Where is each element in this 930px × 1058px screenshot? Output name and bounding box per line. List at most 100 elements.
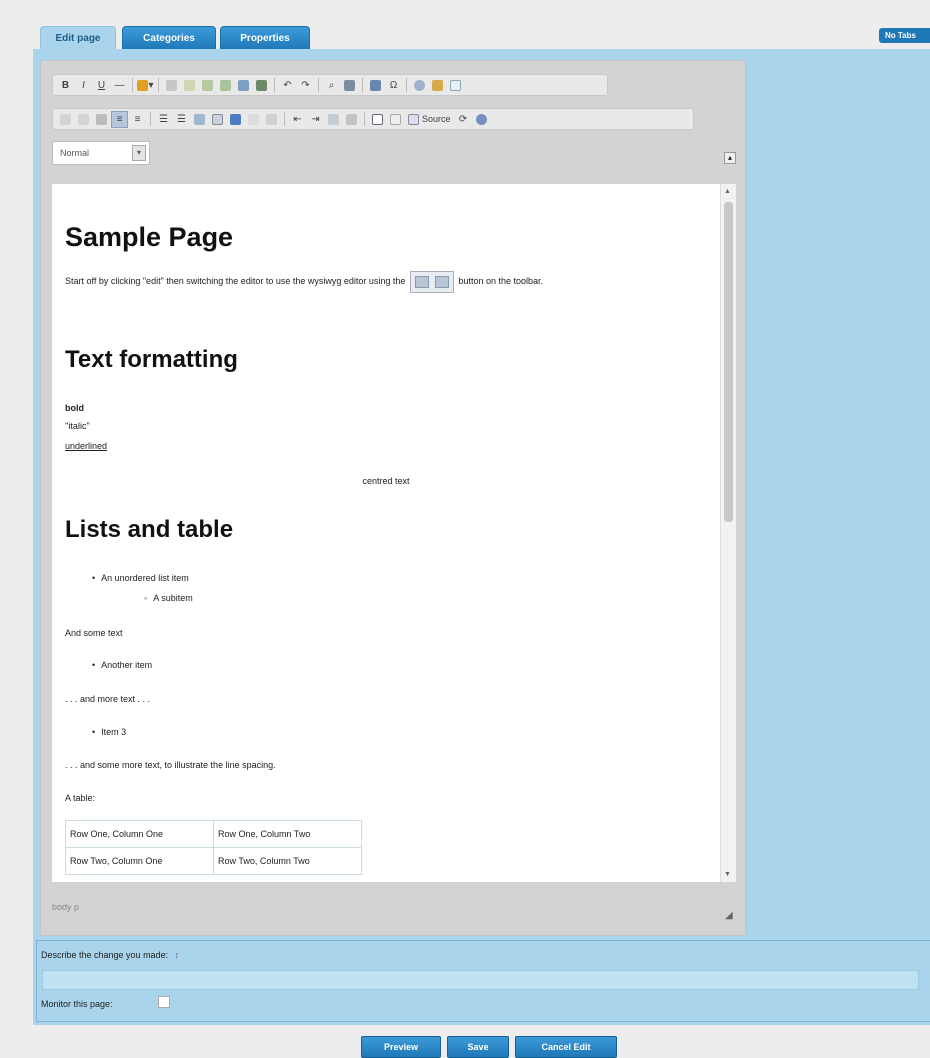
unlink-icon[interactable]	[75, 111, 92, 128]
heading-lists-and-table: Lists and table	[65, 516, 234, 543]
more-text: . . . and more text . . .	[65, 694, 151, 704]
wysiwyg-toggle-icon	[409, 270, 454, 293]
print-icon[interactable]	[253, 77, 270, 94]
format-value: Normal	[60, 148, 90, 158]
toolbar-row-1: B I U ― ▾ ↶ ↷ ⌕ Ω	[52, 74, 608, 96]
toolbar-separator	[362, 78, 363, 92]
tab-properties[interactable]: Properties	[220, 26, 310, 50]
table-cell: Row One, Column One	[65, 820, 214, 848]
strikethrough-button[interactable]: ―	[111, 77, 128, 94]
italic-text: ''italic''	[65, 421, 90, 431]
list-item: An unordered list item	[92, 573, 189, 583]
paste-text-icon[interactable]	[217, 77, 234, 94]
no-tabs-button[interactable]: No Tabs	[879, 28, 930, 43]
toolbar-separator	[150, 112, 151, 126]
monitor-checkbox[interactable]	[158, 996, 170, 1008]
html-tag-icon[interactable]	[387, 111, 404, 128]
source-icon[interactable]: Source	[405, 111, 454, 128]
intro-after-text: button on the toolbar.	[458, 276, 544, 286]
scroll-up-icon[interactable]: ▲	[724, 188, 731, 195]
cut-icon[interactable]	[163, 77, 180, 94]
element-path: body p	[52, 902, 80, 912]
scroll-down-icon[interactable]: ▼	[724, 871, 731, 878]
image-icon[interactable]	[191, 111, 208, 128]
undo-icon[interactable]: ↶	[279, 77, 296, 94]
refresh-icon[interactable]: ⟳	[455, 111, 472, 128]
link-icon[interactable]	[57, 111, 74, 128]
bullet-list-icon[interactable]: ☰	[173, 111, 190, 128]
italic-button[interactable]: I	[75, 77, 92, 94]
some-text: And some text	[65, 628, 123, 638]
page-break-icon[interactable]	[263, 111, 280, 128]
table-cell: Row One, Column Two	[213, 820, 362, 848]
intro-paragraph: Start off by clicking "edit" then switch…	[65, 270, 707, 293]
outdent-icon[interactable]: ⇤	[289, 111, 306, 128]
table-caption: A table:	[65, 793, 96, 803]
bold-button[interactable]: B	[57, 77, 74, 94]
table-cell: Row Two, Column Two	[213, 847, 362, 875]
list-subitem: A subitem	[144, 593, 193, 603]
replace-icon[interactable]	[341, 77, 358, 94]
page-title: Sample Page	[65, 222, 234, 252]
horizontal-rule-icon[interactable]	[245, 111, 262, 128]
toolbar-separator	[132, 78, 133, 92]
describe-label: Describe the change you made: ↕	[41, 950, 179, 960]
chevron-down-icon: ▾	[132, 145, 146, 161]
resize-grip-icon[interactable]: ◢	[725, 910, 733, 921]
media-icon[interactable]	[227, 111, 244, 128]
edit-summary-input[interactable]	[42, 970, 919, 990]
list-item: Item 3	[92, 727, 126, 737]
special-char-icon[interactable]: Ω	[385, 77, 402, 94]
about-icon[interactable]	[411, 77, 428, 94]
table-icon[interactable]	[209, 111, 226, 128]
bold-text: bold	[65, 403, 84, 413]
maximize-icon[interactable]	[369, 111, 386, 128]
tab-categories[interactable]: Categories	[122, 26, 216, 50]
underline-button[interactable]: U	[93, 77, 110, 94]
spellcheck-icon[interactable]	[429, 77, 446, 94]
editor-content[interactable]: Sample Page Start off by clicking "edit"…	[52, 184, 720, 882]
format-select[interactable]: Normal ▾	[52, 141, 150, 165]
blockquote-icon[interactable]	[325, 111, 342, 128]
toolbar-separator	[364, 112, 365, 126]
find-icon[interactable]: ⌕	[323, 77, 340, 94]
toolbar-separator	[274, 78, 275, 92]
copy-icon[interactable]	[181, 77, 198, 94]
align-center-icon[interactable]: ≡	[129, 111, 146, 128]
table-cell: Row Two, Column One	[65, 847, 214, 875]
redo-icon[interactable]: ↷	[297, 77, 314, 94]
paste-icon[interactable]	[199, 77, 216, 94]
anchor-icon[interactable]	[93, 111, 110, 128]
source-label: Source	[422, 114, 451, 124]
save-button[interactable]: Save	[447, 1036, 509, 1058]
align-left-icon[interactable]: ≡	[111, 110, 128, 128]
paste-word-icon[interactable]	[235, 77, 252, 94]
toolbar-separator	[158, 78, 159, 92]
expand-icon[interactable]: ↕	[175, 950, 180, 960]
indent-icon[interactable]: ⇥	[307, 111, 324, 128]
heading-text-formatting: Text formatting	[65, 346, 238, 373]
preview-button[interactable]: Preview	[361, 1036, 441, 1058]
describe-label-text: Describe the change you made:	[41, 950, 169, 960]
table-row: Row Two, Column One Row Two, Column Two	[65, 847, 362, 875]
div-icon[interactable]	[343, 111, 360, 128]
centred-text: centred text	[362, 476, 410, 486]
sample-table: Row One, Column One Row One, Column Two …	[65, 820, 362, 875]
editor-scrollbar[interactable]: ▲ ▼	[720, 184, 736, 882]
scrollbar-thumb[interactable]	[724, 202, 733, 522]
remove-format-icon[interactable]	[367, 77, 384, 94]
template-icon[interactable]	[447, 77, 464, 94]
numbered-list-icon[interactable]: ☰	[155, 111, 172, 128]
toolbar-separator	[284, 112, 285, 126]
collapse-toolbar-button[interactable]: ▴	[724, 152, 736, 164]
underlined-text: underlined	[65, 441, 108, 451]
list-item: Another item	[92, 660, 152, 670]
toolbar-separator	[318, 78, 319, 92]
cancel-edit-button[interactable]: Cancel Edit	[515, 1036, 617, 1058]
text-color-button[interactable]: ▾	[137, 77, 154, 94]
help-icon[interactable]	[473, 111, 490, 128]
intro-before-text: Start off by clicking "edit" then switch…	[65, 276, 406, 286]
table-row: Row One, Column One Row One, Column Two	[65, 820, 362, 848]
tab-edit-page[interactable]: Edit page	[40, 26, 116, 50]
toolbar-row-2: ≡ ≡ ☰ ☰ ⇤ ⇥ Source ⟳	[52, 108, 694, 130]
